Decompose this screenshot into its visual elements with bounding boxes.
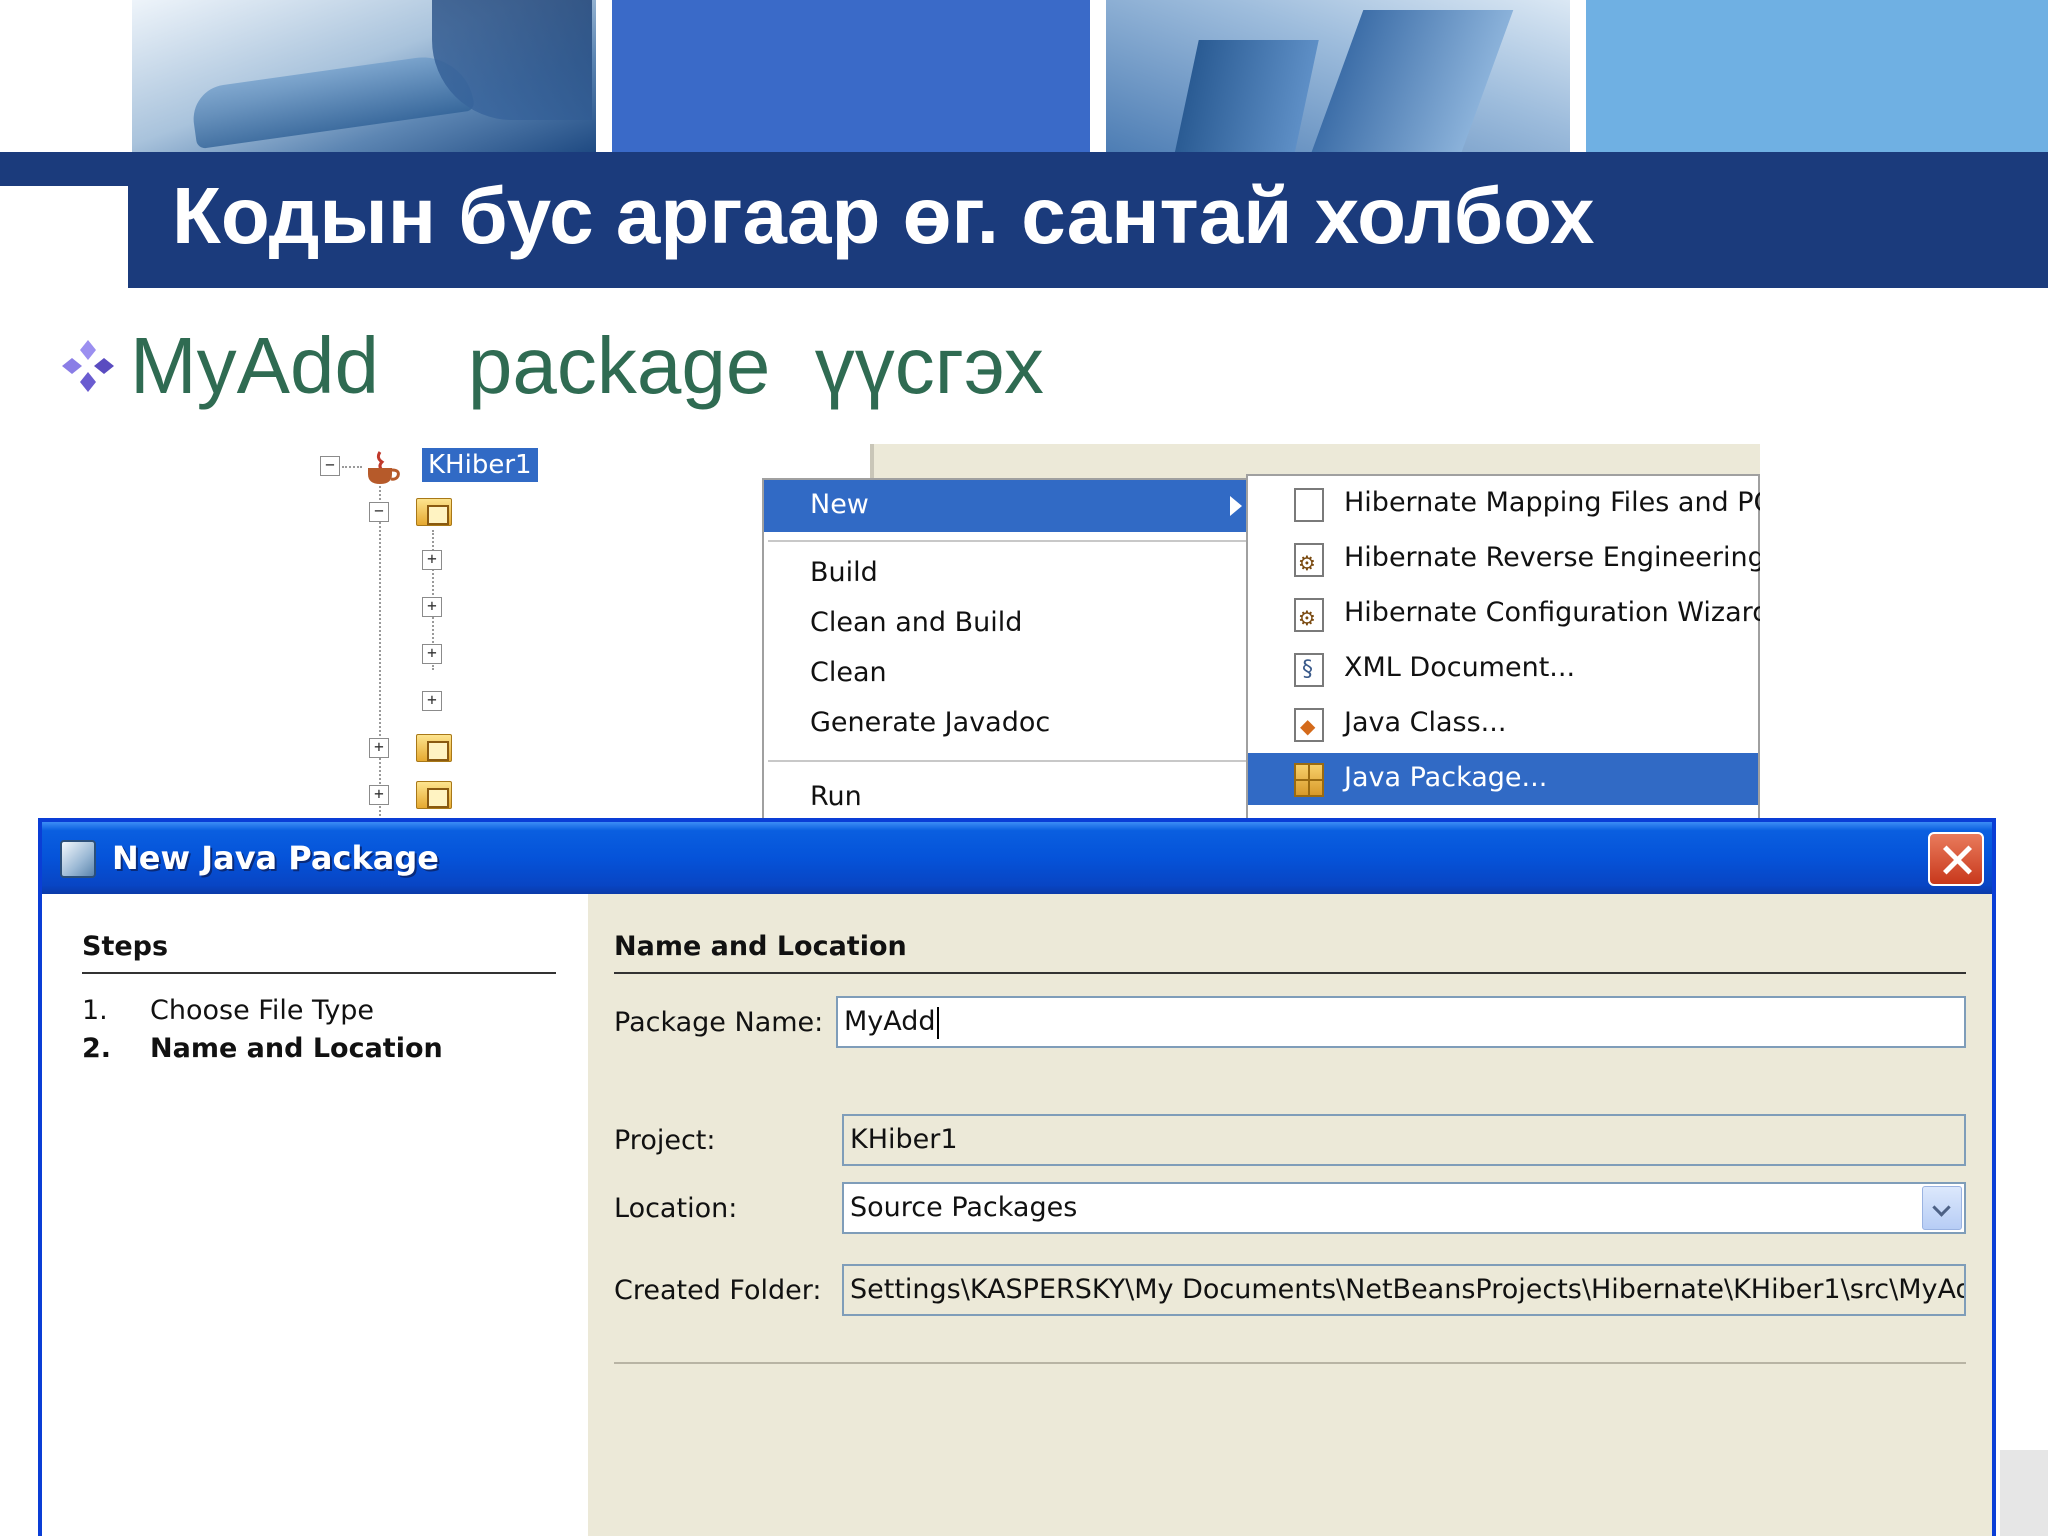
step-label: Name and Location: [150, 1033, 443, 1064]
menu-item-run[interactable]: Run: [810, 780, 862, 814]
banner-image-buildings: [1106, 0, 1570, 152]
tree-node-project[interactable]: KHiber1: [422, 448, 538, 482]
submenu-item-hibernate-configuration[interactable]: Hibernate Configuration Wizard ...: [1248, 588, 1760, 640]
tree-connector: [379, 486, 381, 816]
step-label: Choose File Type: [150, 995, 375, 1026]
menu-item-clean[interactable]: Clean: [810, 656, 887, 690]
expand-toggle-icon[interactable]: +: [422, 597, 442, 617]
text-caret: [936, 1006, 939, 1039]
menu-item-generate-javadoc[interactable]: Generate Javadoc: [810, 706, 1050, 740]
steps-divider: [82, 972, 556, 974]
expand-toggle-icon[interactable]: +: [422, 644, 442, 664]
submenu-item-java-package[interactable]: Java Package...: [1248, 753, 1758, 805]
section-heading: Name and Location: [614, 931, 907, 962]
project-field: KHiber1: [842, 1114, 1966, 1166]
tree-connector: [342, 466, 362, 468]
new-submenu: Hibernate Mapping Files and POJOs from D…: [1246, 474, 1760, 820]
location-select[interactable]: Source Packages: [842, 1182, 1966, 1234]
expand-toggle-icon[interactable]: +: [422, 550, 442, 570]
menu-item-build[interactable]: Build: [810, 556, 878, 590]
java-project-cup-icon: [368, 451, 400, 484]
java-package-icon: [1294, 763, 1324, 797]
package-name-input[interactable]: MyAdd: [836, 996, 1966, 1048]
created-folder-field: Settings\KASPERSKY\My Documents\NetBeans…: [842, 1264, 1966, 1316]
slide-title: Кодын бус аргаар өг. сантай холбох: [172, 171, 1595, 260]
expand-toggle-icon[interactable]: +: [369, 785, 389, 805]
location-label: Location:: [614, 1193, 738, 1224]
submenu-item-label: Hibernate Reverse Engineering Wizard...: [1344, 542, 1760, 573]
submenu-item-label: Hibernate Configuration Wizard ...: [1344, 597, 1760, 628]
menu-separator: [768, 760, 1246, 762]
xml-document-icon: [1294, 653, 1324, 687]
menu-item-new[interactable]: New: [764, 480, 1250, 532]
submenu-item-label: Hibernate Mapping Files and POJOs from D…: [1344, 487, 1760, 518]
step-number: 2.: [82, 1033, 112, 1064]
collapse-toggle-icon[interactable]: −: [369, 502, 389, 522]
dialog-titlebar[interactable]: New Java Package: [42, 822, 1992, 894]
slide-subtitle: MyAdd package үүсгэх: [130, 321, 1044, 410]
chevron-down-icon[interactable]: [1922, 1186, 1962, 1230]
submenu-item-label: Java Class...: [1344, 707, 1507, 738]
submenu-item-label: Java Package...: [1344, 762, 1548, 793]
menu-item-clean-and-build[interactable]: Clean and Build: [810, 606, 1022, 640]
expand-toggle-icon[interactable]: +: [422, 691, 442, 711]
gear-document-icon: [1294, 598, 1324, 632]
submenu-item-label: XML Document...: [1344, 652, 1576, 683]
libraries-folder-icon: [416, 781, 452, 809]
close-button[interactable]: [1928, 832, 1984, 886]
content-divider: [614, 1362, 1966, 1364]
context-menu: New Build Clean and Build Clean Generate…: [762, 478, 1252, 820]
collapse-toggle-icon[interactable]: −: [320, 456, 340, 476]
step-item: 1. Choose File Type: [82, 994, 374, 1028]
expand-toggle-icon[interactable]: +: [369, 738, 389, 758]
menu-separator: [768, 540, 1246, 542]
package-name-label: Package Name:: [614, 1007, 824, 1038]
steps-pane: Steps 1. Choose File Type 2. Name and Loca…: [42, 894, 588, 1536]
submenu-item-hibernate-mapping[interactable]: Hibernate Mapping Files and POJOs from D…: [1248, 478, 1760, 530]
steps-heading: Steps: [82, 931, 169, 962]
section-divider: [614, 972, 1966, 974]
document-icon: [1294, 488, 1324, 522]
created-folder-label: Created Folder:: [614, 1275, 822, 1306]
package-name-value: MyAdd: [844, 1006, 936, 1037]
new-java-package-dialog: New Java Package Steps 1. Choose File Typ…: [38, 818, 1996, 1536]
submenu-item-xml-document[interactable]: XML Document...: [1248, 643, 1758, 695]
project-label: Project:: [614, 1125, 716, 1156]
netbeans-cube-icon: [60, 840, 96, 878]
step-item-active: 2. Name and Location: [82, 1032, 443, 1066]
slide-scroll-edge: [2000, 1450, 2048, 1536]
banner-block-blue: [612, 0, 1090, 152]
dialog-title: New Java Package: [112, 839, 439, 877]
ide-screenshot: − KHiber1 − + + + + + + New Build Clean …: [300, 440, 1760, 820]
banner-block-lightblue: [1586, 0, 2048, 152]
banner-image-hands: [132, 0, 596, 152]
submenu-item-java-class[interactable]: Java Class...: [1248, 698, 1758, 750]
source-folder-icon: [416, 498, 452, 526]
submenu-item-hibernate-reverse-engineering[interactable]: Hibernate Reverse Engineering Wizard...: [1248, 533, 1760, 585]
step-number: 1.: [82, 995, 108, 1026]
menu-item-new-label: New: [810, 489, 869, 520]
submenu-arrow-icon: [1230, 496, 1242, 516]
gear-document-icon: [1294, 543, 1324, 577]
location-value: Source Packages: [850, 1192, 1078, 1223]
java-class-icon: [1294, 708, 1324, 742]
diamond-bullet-icon: [62, 340, 114, 392]
test-folder-icon: [416, 734, 452, 762]
